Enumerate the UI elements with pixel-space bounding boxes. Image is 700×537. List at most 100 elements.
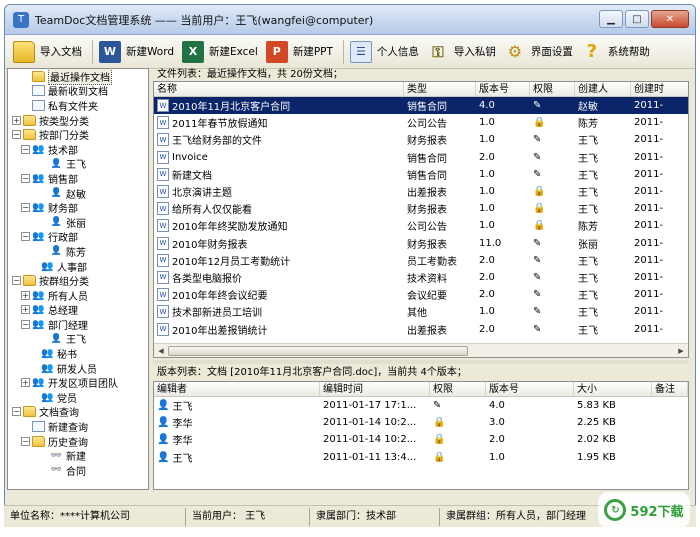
tree-item[interactable]: + 👥 开发区项目团队 <box>8 375 148 390</box>
tree-item-label: 总经理 <box>48 306 78 318</box>
table-row[interactable]: W 2011年春节放假通知 公司公告 1.0 🔒 陈芳 2011- <box>154 114 688 131</box>
tree-item[interactable]: 👤 赵敏 <box>8 186 148 201</box>
help-button[interactable]: ? 系统帮助 <box>579 38 656 66</box>
tree-item[interactable]: − 👥 财务部 <box>8 200 148 215</box>
tree-item[interactable]: + 👥 总经理 <box>8 303 148 318</box>
column-header[interactable]: 创建人 <box>575 82 631 96</box>
watermark-text: 592下载 <box>630 504 684 520</box>
file-list-grid[interactable]: 名称 类型 版本号 权限 创建人 创建时 W 2010年11月北京客户合同 销售合同 4.0 ✎ 赵… <box>153 81 689 358</box>
table-row[interactable]: W Invoice 销售合同 2.0 ✎ 王飞 2011- <box>154 149 688 166</box>
ui-settings-button[interactable]: ⚙ 界面设置 <box>502 38 579 66</box>
expand-toggle-icon[interactable]: − <box>21 173 30 183</box>
document-name: 各类型电脑报价 <box>172 273 242 285</box>
table-row[interactable]: 👤 李华 2011-01-14 10:2... 🔒 2.0 2.02 KB <box>154 431 688 448</box>
minimize-button[interactable]: ▁ <box>599 10 623 28</box>
cell-time: 2011-01-17 17:1... <box>323 400 417 412</box>
column-header[interactable]: 版本号 <box>476 82 530 96</box>
column-header[interactable]: 大小 <box>574 382 652 396</box>
column-header[interactable]: 类型 <box>404 82 476 96</box>
expand-toggle-icon[interactable]: − <box>21 232 30 242</box>
category-tree[interactable]: 最近操作文档 最新收到文档 私有文件夹 + 按类型分类 − 按部门分类 − 👥 技术部 👤 王飞 − 👥 销… <box>7 68 149 490</box>
column-header[interactable]: 编辑时间 <box>320 382 430 396</box>
version-list-grid[interactable]: 编辑者 编辑时间 权限 版本号 大小 备注 👤 王飞 2011-01-17 17:1... ✎ 4… <box>153 381 689 490</box>
tree-item[interactable]: 私有文件夹 <box>8 98 148 113</box>
table-row[interactable]: W 2010年出差报销统计 出差报表 2.0 ✎ 王飞 2011- <box>154 320 688 337</box>
tree-item[interactable]: − 按部门分类 <box>8 127 148 142</box>
column-header[interactable]: 备注 <box>652 382 688 396</box>
tree-item[interactable]: − 👥 行政部 <box>8 230 148 244</box>
personal-info-button[interactable]: ☰ 个人信息 <box>348 38 425 66</box>
table-row[interactable]: W 2010年11月北京客户合同 销售合同 4.0 ✎ 赵敏 2011- <box>154 97 688 115</box>
scroll-left-arrow-icon[interactable]: ◀ <box>155 345 167 357</box>
new-excel-button[interactable]: X 新建Excel <box>180 38 264 66</box>
tree-item[interactable]: 最近操作文档 <box>8 69 148 85</box>
pane-splitter[interactable] <box>153 360 689 364</box>
tree-item[interactable]: 👤 王飞 <box>8 332 148 347</box>
tree-item[interactable]: 👤 张丽 <box>8 215 148 230</box>
tree-item[interactable]: 👥 研发人员 <box>8 361 148 376</box>
new-word-button[interactable]: W 新建Word <box>97 38 180 66</box>
table-row[interactable]: W 各类型电脑报价 技术资料 2.0 ✎ 王飞 2011- <box>154 269 688 286</box>
title-bar[interactable]: T TeamDoc文档管理系统 —— 当前用户：王飞(wangfei@compu… <box>5 5 695 35</box>
table-row[interactable]: W 技术部新进员工培训 其他 1.0 ✎ 王飞 2011- <box>154 303 688 320</box>
tree-item[interactable]: − 👥 销售部 <box>8 171 148 186</box>
table-row[interactable]: W 2010年年终会议纪要 会议纪要 2.0 ✎ 王飞 2011- <box>154 286 688 303</box>
table-row[interactable]: 👤 王飞 2011-01-17 17:1... ✎ 4.0 5.83 KB <box>154 397 688 414</box>
cell-version: 1.0 <box>479 134 495 146</box>
table-row[interactable]: W 2010年年终奖励发放通知 公司公告 1.0 🔒 陈芳 2011- <box>154 217 688 234</box>
tree-item[interactable]: − 按群组分类 <box>8 273 148 288</box>
expand-toggle-icon[interactable]: + <box>21 378 30 388</box>
expand-toggle-icon[interactable]: − <box>21 436 30 446</box>
table-row[interactable]: W 北京演讲主题 出差报表 1.0 🔒 王飞 2011- <box>154 183 688 200</box>
tree-item[interactable]: − 文档查询 <box>8 405 148 419</box>
expand-toggle-icon[interactable]: − <box>21 203 30 213</box>
tree-item[interactable]: 新建查询 <box>8 419 148 434</box>
table-row[interactable]: W 新建文档 销售合同 1.0 ✎ 王飞 2011- <box>154 166 688 183</box>
column-header[interactable]: 创建时 <box>631 82 688 96</box>
tree-item[interactable]: 👥 人事部 <box>8 259 148 274</box>
column-header[interactable]: 权限 <box>430 382 486 396</box>
new-ppt-button[interactable]: P 新建PPT <box>264 38 339 66</box>
column-header[interactable]: 权限 <box>530 82 575 96</box>
person-icon: 👤 <box>157 400 170 412</box>
tree-item[interactable]: − 历史查询 <box>8 434 148 449</box>
expand-toggle-icon[interactable]: + <box>12 115 21 125</box>
table-row[interactable]: W 给所有人仅仅能看 财务报表 1.0 🔒 王飞 2011- <box>154 200 688 217</box>
expand-toggle-icon[interactable]: − <box>21 144 30 154</box>
expand-toggle-icon[interactable]: − <box>12 407 21 417</box>
tree-item[interactable]: − 👥 技术部 <box>8 142 148 157</box>
file-list-hscrollbar[interactable]: ◀ ▶ <box>154 343 688 357</box>
expand-toggle-icon[interactable]: − <box>12 130 21 140</box>
tree-item[interactable]: 👤 王飞 <box>8 157 148 172</box>
tree-item[interactable]: + 按类型分类 <box>8 113 148 128</box>
import-key-button[interactable]: ⚿ 导入私钥 <box>425 38 502 66</box>
table-row[interactable]: 👤 李华 2011-01-14 10:2... 🔒 3.0 2.25 KB <box>154 414 688 431</box>
scroll-right-arrow-icon[interactable]: ▶ <box>675 345 687 357</box>
table-row[interactable]: W 王飞给财务部的文件 财务报表 1.0 ✎ 王飞 2011- <box>154 131 688 148</box>
expand-toggle-icon[interactable]: − <box>12 276 21 286</box>
column-header[interactable]: 名称 <box>154 82 404 96</box>
tree-item[interactable]: 最新收到文档 <box>8 84 148 98</box>
column-header[interactable]: 版本号 <box>486 382 574 396</box>
scroll-thumb[interactable] <box>168 346 468 356</box>
tree-item[interactable]: + 👥 所有人员 <box>8 288 148 303</box>
tree-item[interactable]: 👓 合同 <box>8 463 148 478</box>
close-button[interactable]: ✕ <box>651 10 689 28</box>
expand-toggle-icon[interactable]: + <box>21 290 30 300</box>
expand-toggle-icon[interactable]: − <box>21 319 30 329</box>
column-header[interactable]: 编辑者 <box>154 382 320 396</box>
table-row[interactable]: W 2010年财务报表 财务报表 11.0 ✎ 张丽 2011- <box>154 235 688 252</box>
doc-icon <box>32 99 45 111</box>
maximize-button[interactable]: □ <box>625 10 649 28</box>
tree-item[interactable]: − 👥 部门经理 <box>8 317 148 332</box>
tree-item[interactable]: 👓 新建 <box>8 448 148 464</box>
expand-toggle-icon[interactable]: + <box>21 305 30 315</box>
tree-item[interactable]: 👤 陈芳 <box>8 244 148 259</box>
table-row[interactable]: 👤 王飞 2011-01-11 13:4... 🔒 1.0 1.95 KB <box>154 449 688 466</box>
tree-item[interactable]: 👥 党员 <box>8 390 148 405</box>
import-doc-button[interactable]: 导入文档 <box>11 38 88 66</box>
tree-item[interactable]: 👥 秘书 <box>8 346 148 361</box>
table-row[interactable]: W 2010年12月员工考勤统计 员工考勤表 2.0 ✎ 王飞 2011- <box>154 252 688 269</box>
